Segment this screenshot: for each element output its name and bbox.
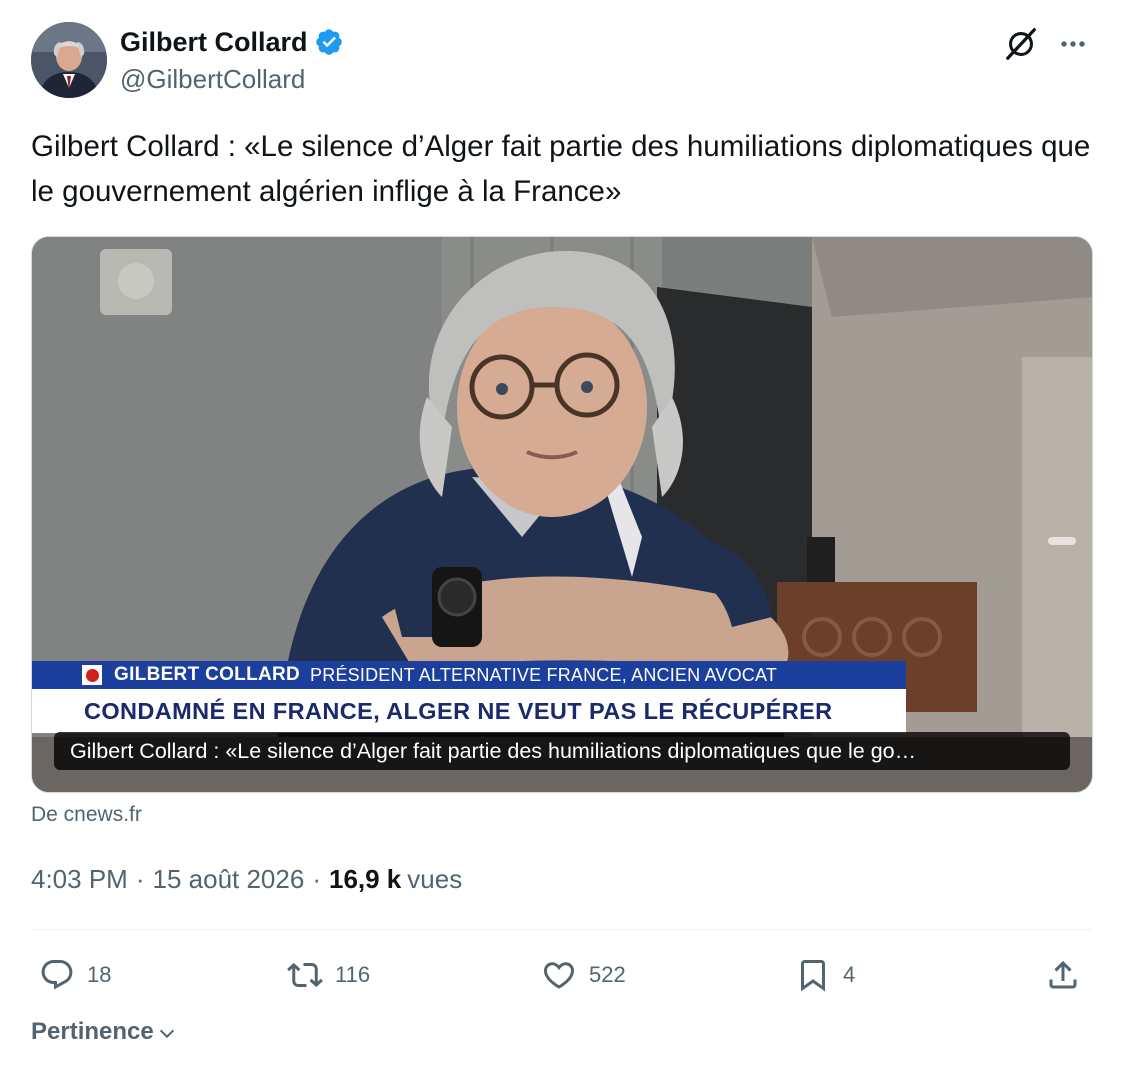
lower-third: GILBERT COLLARD PRÉSIDENT ALTERNATIVE FR… [32,661,906,733]
tweet-time[interactable]: 4:03 PM [31,864,128,895]
bookmark-count: 4 [843,962,856,987]
more-icon[interactable] [1053,24,1093,64]
repost-count: 116 [335,962,371,987]
lower-third-top-bar: GILBERT COLLARD PRÉSIDENT ALTERNATIVE FR… [32,661,906,689]
tweet-date[interactable]: 15 août 2026 [153,864,305,895]
repost-button[interactable]: 116 [287,950,370,1000]
tweet-meta: 4:03 PM · 15 août 2026 · 16,9 k vues [31,864,462,895]
lower-third-role: PRÉSIDENT ALTERNATIVE FRANCE, ANCIEN AVO… [310,664,778,685]
lower-third-headline: CONDAMNÉ EN FRANCE, ALGER NE VEUT PAS LE… [84,697,833,724]
grok-icon[interactable] [1001,24,1041,64]
like-count: 522 [589,962,626,987]
reply-icon [41,960,73,990]
display-name[interactable]: Gilbert Collard [120,27,308,58]
share-button[interactable] [1045,950,1081,1000]
handle[interactable]: @GilbertCollard [120,64,344,95]
sort-dropdown[interactable]: Pertinence [31,1018,178,1046]
lower-third-name: GILBERT COLLARD [114,664,301,685]
views-count[interactable]: 16,9 k [329,864,401,895]
cnews-logo-icon [82,665,102,685]
avatar-image [31,22,107,98]
avatar[interactable] [31,22,107,98]
media-caption[interactable]: Gilbert Collard : «Le silence d’Alger fa… [54,732,1070,770]
heart-icon [543,962,575,989]
name-row: Gilbert Collard [120,26,344,58]
media-caption-text: Gilbert Collard : «Le silence d’Alger fa… [70,738,917,763]
action-bar: 18 116 522 4 [31,950,1093,1000]
media-source[interactable]: De cnews.fr [31,803,142,827]
views-label: vues [407,864,463,894]
lower-third-headline-bar: CONDAMNÉ EN FRANCE, ALGER NE VEUT PAS LE… [32,689,906,733]
media-video[interactable]: GILBERT COLLARD PRÉSIDENT ALTERNATIVE FR… [31,236,1093,793]
tweet-text: Gilbert Collard : «Le silence d’Alger fa… [31,130,1091,208]
chevron-down-icon [159,1029,174,1039]
bookmark-icon [801,960,825,992]
author-block: Gilbert Collard @GilbertCollard [120,26,344,95]
verified-badge-icon[interactable] [314,27,344,57]
like-button[interactable]: 522 [541,950,626,1000]
reply-count: 18 [87,962,112,987]
bookmark-button[interactable]: 4 [795,950,855,1000]
share-icon [1049,960,1077,989]
repost-icon [287,962,323,988]
sort-label: Pertinence [31,1018,154,1045]
meta-separator: · [312,864,321,894]
meta-separator: · [135,864,145,894]
divider [31,929,1093,930]
reply-button[interactable]: 18 [39,950,111,1000]
tweet-header: Gilbert Collard @GilbertCollard [31,22,1093,100]
